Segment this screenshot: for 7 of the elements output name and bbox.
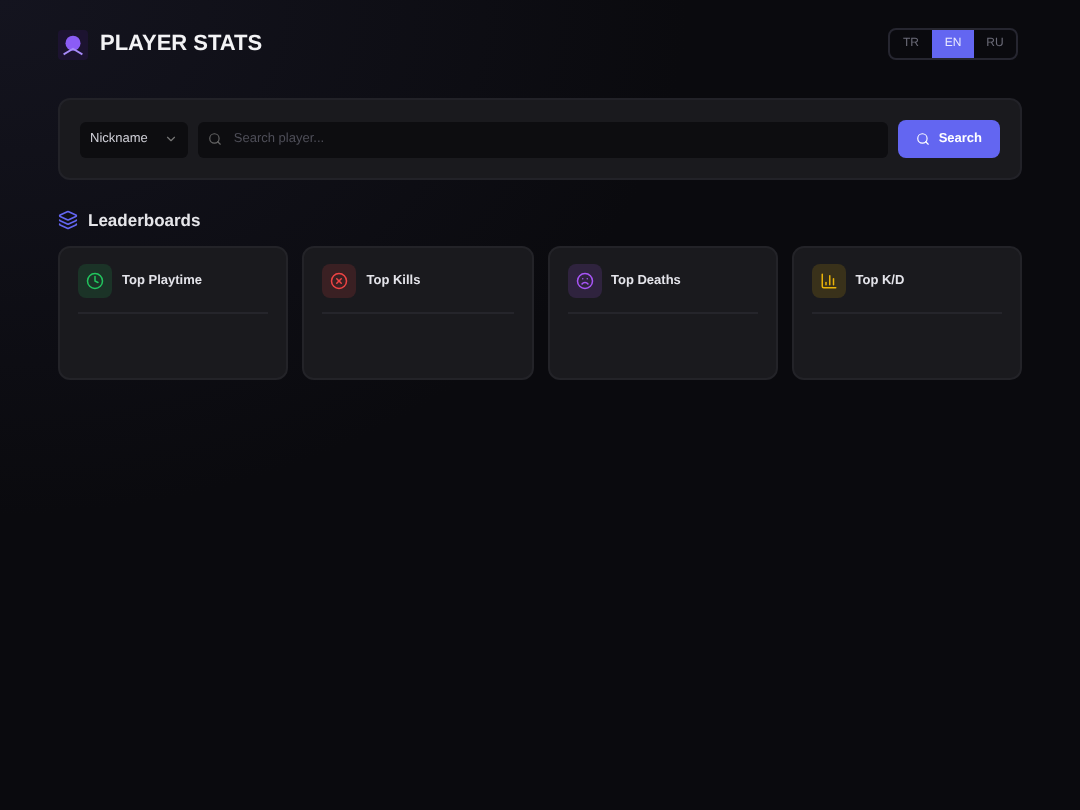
section-title: Leaderboards — [88, 210, 201, 230]
search-icon — [207, 132, 222, 146]
layers-icon — [58, 210, 78, 230]
app-title: PLAYER STATS — [100, 32, 263, 56]
search-icon — [916, 132, 931, 146]
logo-icon — [58, 29, 88, 59]
chevron-icon — [163, 132, 178, 146]
